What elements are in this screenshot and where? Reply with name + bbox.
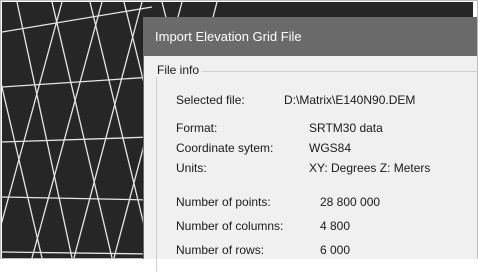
columns-label: Number of columns:: [176, 219, 284, 233]
points-label: Number of points:: [176, 195, 271, 209]
coordinate-system-label: Coordinate sytem:: [176, 141, 274, 155]
selected-file-value: D:\Matrix\E140N90.DEM: [284, 93, 416, 107]
format-label: Format:: [176, 121, 218, 135]
points-value: 28 800 000: [320, 195, 381, 209]
format-value: SRTM30 data: [309, 121, 383, 135]
columns-value: 4 800: [320, 219, 351, 233]
selected-file-label: Selected file:: [176, 93, 245, 107]
file-info-legend: File info: [154, 63, 203, 77]
rows-label: Number of rows:: [176, 243, 265, 257]
coordinate-system-value: WGS84: [309, 141, 352, 155]
rows-value: 6 000: [320, 243, 351, 257]
dialog-title[interactable]: Import Elevation Grid File: [144, 17, 477, 56]
units-label: Units:: [176, 161, 207, 175]
import-elevation-dialog: Import Elevation Grid File File info Sel…: [143, 17, 478, 272]
units-value: XY: Degrees Z: Meters: [309, 161, 431, 175]
